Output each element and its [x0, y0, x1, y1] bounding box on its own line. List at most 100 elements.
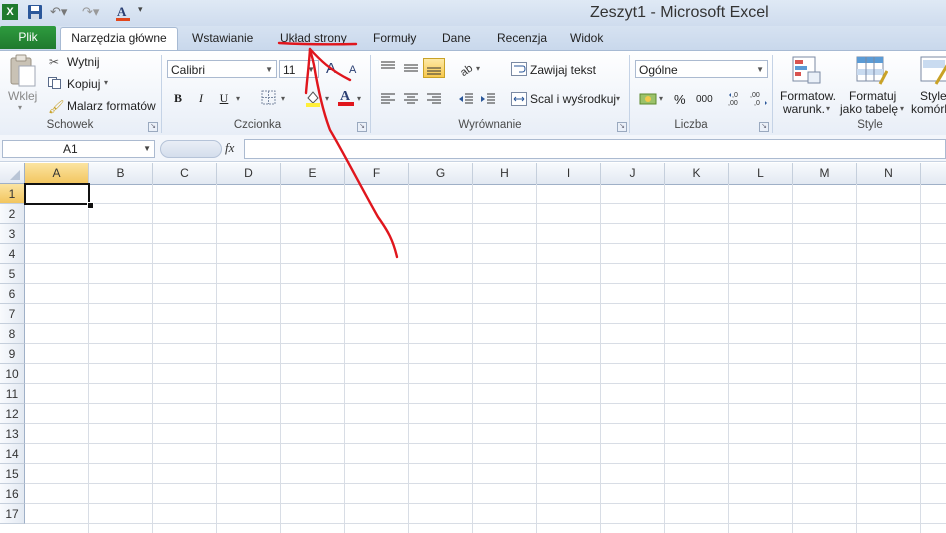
format-painter-icon[interactable]: 🖌: [48, 99, 65, 115]
tab-home[interactable]: Narzędzia główne: [60, 27, 178, 51]
conditional-formatting-dropdown-icon[interactable]: ▾: [826, 104, 830, 113]
customize-qat-icon[interactable]: ▾: [138, 4, 148, 20]
name-box-value: A1: [63, 142, 78, 156]
active-cell-a1[interactable]: [24, 183, 90, 205]
row-header-6[interactable]: 6: [0, 284, 25, 304]
number-launcher-icon[interactable]: ↘: [759, 122, 769, 132]
conditional-formatting-icon[interactable]: [790, 54, 822, 86]
decrease-decimal-icon[interactable]: ,00,0: [749, 89, 769, 107]
underline-dropdown-icon[interactable]: ▾: [236, 94, 240, 103]
underline-button[interactable]: U: [215, 89, 233, 107]
cell-styles-icon[interactable]: [918, 54, 946, 86]
number-format-select[interactable]: Ogólne ▼: [635, 60, 768, 78]
merge-center-button[interactable]: Scal i wyśrodkuj: [530, 92, 616, 106]
row-header-17[interactable]: 17: [0, 504, 25, 524]
row-header-11[interactable]: 11: [0, 384, 25, 404]
wrap-text-icon[interactable]: [511, 62, 527, 76]
column-header-a[interactable]: A: [25, 163, 89, 184]
copy-dropdown-icon[interactable]: ▾: [104, 78, 108, 87]
wrap-text-button[interactable]: Zawijaj tekst: [530, 63, 596, 77]
cell-grid[interactable]: [25, 184, 946, 533]
font-color-quick-icon[interactable]: A: [114, 4, 132, 21]
row-header-10[interactable]: 10: [0, 364, 25, 384]
name-box[interactable]: A1 ▼: [2, 140, 155, 158]
column-header-l[interactable]: L: [729, 163, 793, 184]
name-box-dropdown-icon[interactable]: ▼: [143, 141, 151, 157]
select-all-button[interactable]: [0, 163, 25, 184]
tab-review[interactable]: Recenzja: [497, 29, 547, 49]
annotation-underline: [277, 41, 358, 46]
accounting-dropdown-icon[interactable]: ▾: [659, 94, 663, 103]
format-as-table-button[interactable]: Formatuj: [849, 89, 896, 103]
column-header-b[interactable]: B: [89, 163, 153, 184]
group-separator: [629, 55, 630, 133]
row-header-13[interactable]: 13: [0, 424, 25, 444]
column-header-m[interactable]: M: [793, 163, 857, 184]
row-header-7[interactable]: 7: [0, 304, 25, 324]
column-header-j[interactable]: J: [601, 163, 665, 184]
orientation-icon[interactable]: ab: [458, 60, 475, 79]
conditional-formatting-button[interactable]: Formatow.: [780, 89, 836, 103]
tab-file[interactable]: Plik: [0, 26, 56, 49]
increase-decimal-icon[interactable]: ,0,00: [727, 89, 747, 107]
paste-icon[interactable]: [9, 54, 37, 88]
column-header-c[interactable]: C: [153, 163, 217, 184]
fill-handle[interactable]: [87, 202, 94, 209]
align-bottom-icon[interactable]: [423, 58, 445, 78]
paste-button[interactable]: Wklej: [8, 89, 37, 103]
excel-logo-icon[interactable]: X: [2, 4, 18, 20]
row-header-1[interactable]: 1: [0, 184, 25, 204]
row-header-5[interactable]: 5: [0, 264, 25, 284]
decrease-indent-icon[interactable]: [458, 92, 474, 106]
format-painter-button[interactable]: Malarz formatów: [67, 99, 156, 113]
column-header-n[interactable]: N: [857, 163, 921, 184]
column-header-i[interactable]: I: [537, 163, 601, 184]
redo-icon[interactable]: ↷▾: [82, 4, 104, 20]
orientation-dropdown-icon[interactable]: ▾: [476, 64, 480, 73]
row-header-3[interactable]: 3: [0, 224, 25, 244]
row-header-16[interactable]: 16: [0, 484, 25, 504]
format-as-table-icon[interactable]: [854, 54, 889, 86]
percent-button[interactable]: %: [674, 92, 686, 107]
column-header-k[interactable]: K: [665, 163, 729, 184]
svg-text:,0: ,0: [754, 100, 760, 107]
tab-data[interactable]: Dane: [442, 29, 471, 49]
scissors-icon[interactable]: ✂: [49, 55, 59, 69]
clipboard-launcher-icon[interactable]: ↘: [148, 122, 158, 132]
undo-icon[interactable]: ↶▾: [50, 4, 72, 20]
align-right-icon[interactable]: [426, 92, 442, 106]
column-header-h[interactable]: H: [473, 163, 537, 184]
row-header-4[interactable]: 4: [0, 244, 25, 264]
formula-bar-splitter[interactable]: [160, 140, 222, 158]
row-header-12[interactable]: 12: [0, 404, 25, 424]
bold-button[interactable]: B: [169, 89, 187, 107]
row-header-2[interactable]: 2: [0, 204, 25, 224]
tab-view[interactable]: Widok: [570, 29, 603, 49]
tab-insert[interactable]: Wstawianie: [192, 29, 253, 49]
format-as-table-dropdown-icon[interactable]: ▾: [900, 104, 904, 113]
italic-button[interactable]: I: [192, 89, 210, 107]
cell-styles-label-2[interactable]: komórki: [911, 102, 946, 116]
column-header-g[interactable]: G: [409, 163, 473, 184]
paste-dropdown-icon[interactable]: ▾: [18, 103, 22, 112]
row-header-8[interactable]: 8: [0, 324, 25, 344]
thousands-button[interactable]: 000: [696, 94, 713, 105]
conditional-formatting-label-2[interactable]: warunk.: [783, 102, 825, 116]
cell-styles-button[interactable]: Style: [920, 89, 946, 103]
row-header-9[interactable]: 9: [0, 344, 25, 364]
increase-indent-icon[interactable]: [480, 92, 496, 106]
format-as-table-label-2[interactable]: jako tabelę: [840, 102, 898, 116]
cut-button[interactable]: Wytnij: [67, 55, 100, 69]
annotation-overlay: [277, 41, 399, 259]
save-icon[interactable]: [27, 4, 43, 20]
row-header-15[interactable]: 15: [0, 464, 25, 484]
alignment-launcher-icon[interactable]: ↘: [617, 122, 627, 132]
copy-button[interactable]: Kopiuj: [67, 77, 100, 91]
font-name-select[interactable]: Calibri ▼: [167, 60, 277, 78]
copy-icon[interactable]: [48, 77, 62, 89]
accounting-format-icon[interactable]: [639, 91, 657, 107]
row-header-14[interactable]: 14: [0, 444, 25, 464]
merge-center-icon[interactable]: [511, 92, 527, 106]
merge-dropdown-icon[interactable]: ▾: [616, 94, 620, 103]
insert-function-button[interactable]: fx: [225, 140, 234, 156]
